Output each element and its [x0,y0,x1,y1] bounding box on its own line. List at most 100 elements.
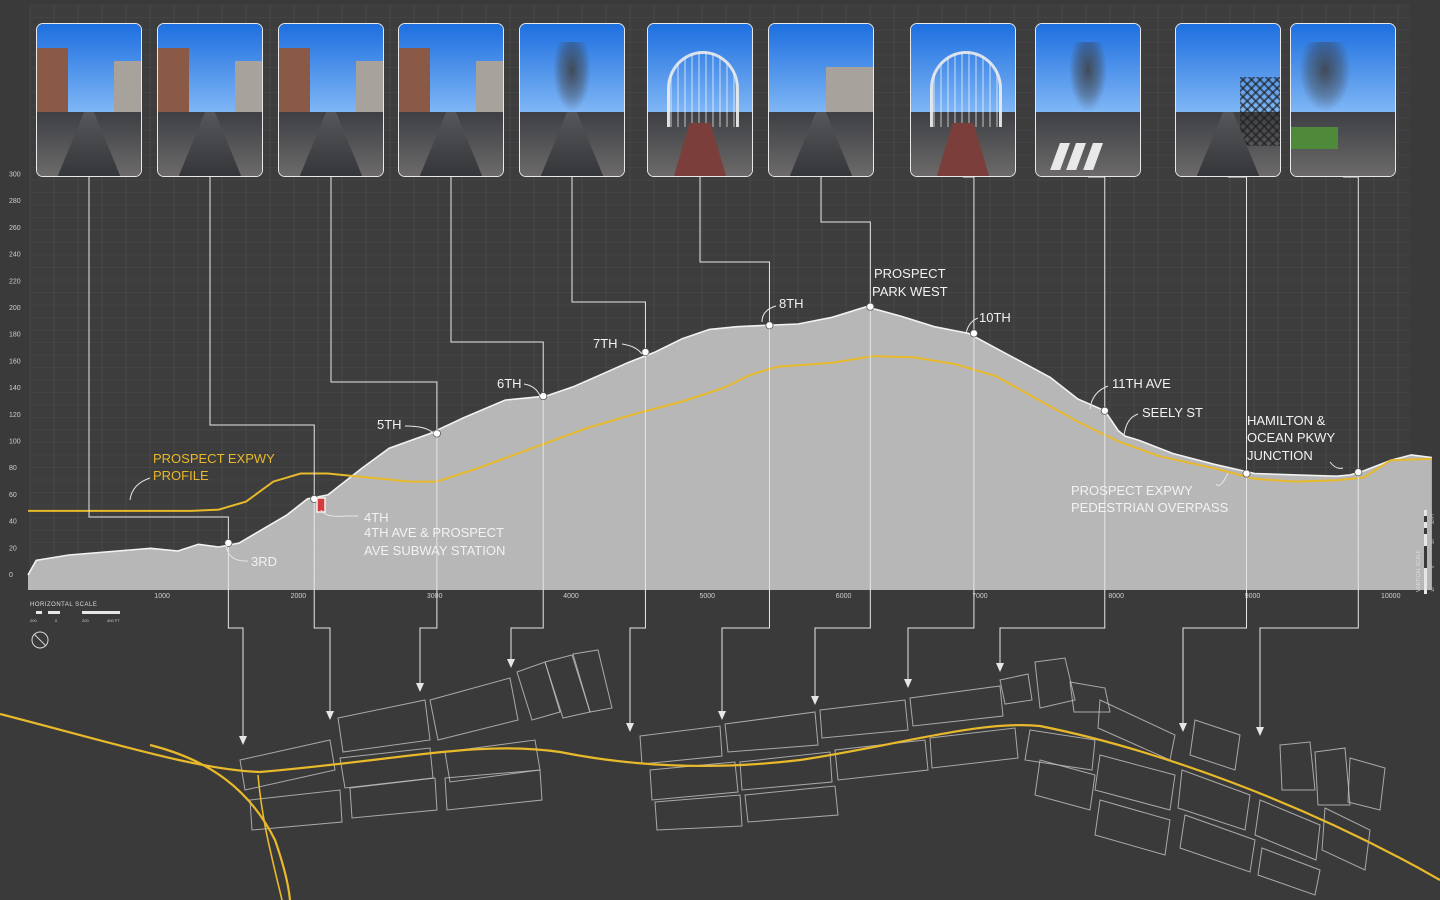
x-tick-label: 2000 [291,593,307,600]
label-5th: 5TH [377,417,402,432]
y-axis: 3002802602402202001801601401201008060402… [9,172,21,580]
map-block [1189,719,1241,771]
x-axis: 1000 2000 3000 4000 5000 6000 7000 8000 9000 1000… [154,593,1400,600]
y-tick-label: 300 [9,172,21,179]
x-tick-label: 1000 [154,593,170,600]
map-block [544,654,591,719]
map-leader-arrow-icon [904,679,912,688]
map-block [1034,657,1076,709]
map-block [724,711,819,753]
x-tick-label: 9000 [1245,593,1261,600]
label-hamilton-3: JUNCTION [1247,448,1313,463]
y-tick-label: 60 [9,492,17,499]
y-tick-label: 220 [9,278,21,285]
label-overpass-1: PROSPECT EXPWY [1071,483,1193,498]
label-ppw-1: PROSPECT [874,266,946,281]
horizontal-scale-tick-0: 200 [30,618,37,623]
photo-ppw-overpass [910,23,1016,177]
y-tick-label: 280 [9,198,21,205]
map-block [1094,799,1171,856]
map-block [1257,847,1321,896]
label-11th: 11TH AVE [1112,376,1171,391]
map-leader-arrow-icon [996,663,1004,672]
elevation-point [969,329,978,338]
y-tick-label: 200 [9,305,21,312]
map-block [429,677,519,741]
map-block [444,739,541,783]
map-block [1034,759,1096,811]
map-block [1179,814,1256,873]
y-tick-label: 80 [9,465,17,472]
map-leader-arrow-icon [416,683,424,692]
north-arrow-icon [31,631,49,649]
map-block [1254,799,1321,861]
photo-6th-ave [398,23,504,177]
map-block [1279,741,1316,791]
map-block [649,761,739,801]
vertical-scale-tick-2: 20 [1430,539,1435,544]
map-leader-arrow-icon [507,659,515,668]
label-expwy-profile-2: PROFILE [153,468,209,483]
elevation-point [432,429,441,438]
map-block [337,699,431,753]
y-tick-label: 0 [9,572,13,579]
map-block [1347,757,1386,811]
y-tick-label: 260 [9,225,21,232]
photo-11th-ave [1035,23,1141,177]
photo-8th-ave-overpass [647,23,753,177]
label-expwy-profile-1: PROSPECT EXPWY [153,451,275,466]
y-tick-label: 20 [9,545,17,552]
map-leader-arrow-icon [811,696,819,705]
subway-station-marker [316,497,326,513]
photo-8th-ave-corner [768,23,874,177]
label-3rd: 3RD [251,554,277,569]
x-tick-label: 3000 [427,593,443,600]
map-block [1314,747,1351,806]
photo-3rd-ave [36,23,142,177]
elevation-point [1242,469,1251,478]
map-leader-arrow-icon [626,723,634,732]
horizontal-scale-tick-2: 200 [82,618,89,623]
label-ppw-2: PARK WEST [872,284,948,299]
label-overpass-2: PEDESTRIAN OVERPASS [1071,500,1229,515]
x-tick-label: 10000 [1381,593,1401,600]
label-7th: 7TH [593,336,618,351]
photo-5th-ave [278,23,384,177]
map-block [909,685,1004,727]
photo-pedestrian-overpass [1175,23,1281,177]
y-tick-label: 120 [9,412,21,419]
map-block [654,794,743,831]
label-4th: 4TH [364,510,389,525]
map-block [1069,681,1111,713]
label-hamilton-2: OCEAN PKWY [1247,430,1335,445]
x-tick-label: 7000 [972,593,988,600]
elevation-point [641,348,650,357]
y-tick-label: 40 [9,519,17,526]
horizontal-scale: HORIZONTAL SCALE 200 0 200 400 FT [30,602,120,623]
label-10th: 10TH [979,310,1011,325]
elevation-point [866,302,875,311]
ramp2-map-line [257,774,283,900]
map-block [249,789,343,831]
horizontal-scale-title: HORIZONTAL SCALE [30,602,97,608]
y-tick-label: 160 [9,358,21,365]
photo-hamilton-junction [1290,23,1396,177]
map-block [1177,769,1251,831]
x-tick-label: 8000 [1108,593,1124,600]
elevation-point [1100,406,1109,415]
elevation-point [765,321,774,330]
label-hamilton-1: HAMILTON & [1247,413,1326,428]
map-block [516,661,561,721]
y-tick-label: 240 [9,252,21,259]
map-leader-arrow-icon [326,711,334,720]
map-block [819,699,909,739]
map-leader-arrow-icon [1256,727,1264,736]
horizontal-scale-tick-1: 0 [55,618,58,623]
label-8th: 8TH [779,296,804,311]
horizontal-scale-tick-3: 400 FT [107,618,120,623]
map-block [349,777,438,819]
x-tick-label: 6000 [836,593,852,600]
y-tick-label: 180 [9,332,21,339]
label-6th: 6TH [497,376,522,391]
map-block [572,649,613,713]
